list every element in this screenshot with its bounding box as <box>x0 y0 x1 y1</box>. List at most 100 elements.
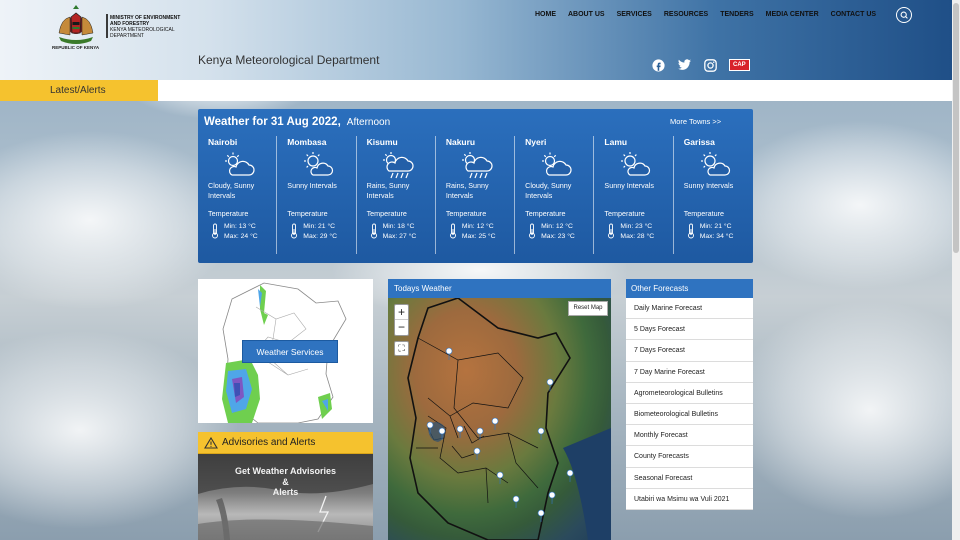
min-max-temperature: Min: 13 °C Max: 24 °C <box>224 222 258 242</box>
min-temp: Min: 12 °C <box>541 223 573 230</box>
weather-condition: Rains, Sunny Intervals <box>366 181 410 200</box>
cap-label: CAP <box>733 62 746 68</box>
zoom-out-button[interactable]: − <box>395 320 408 335</box>
cap-alert-badge[interactable]: CAP <box>729 59 750 71</box>
zoom-control: + − <box>394 304 409 336</box>
scrollbar-thumb[interactable] <box>953 3 959 253</box>
advisories-banner[interactable]: Get Weather Advisories & Alerts <box>198 454 373 540</box>
thermometer-icon <box>608 223 615 239</box>
forecast-link-monthly[interactable]: Monthly Forecast <box>626 425 753 447</box>
site-header: REPUBLIC OF KENYA MINISTRY OF ENVIRONMEN… <box>0 0 952 80</box>
logo-caption: REPUBLIC OF KENYA <box>52 45 100 50</box>
town-list: Nairobi Cloudy, Sunny Intervals Temperat… <box>198 136 753 254</box>
town-name: Nairobi <box>208 137 238 147</box>
advisories-header[interactable]: Advisories and Alerts <box>198 432 373 454</box>
todays-weather-map-panel: Todays Weather + − ⛶ Reset Map <box>388 279 611 540</box>
min-max-temperature: Min: 23 °C Max: 28 °C <box>620 222 654 242</box>
nav-resources[interactable]: RESOURCES <box>664 11 708 18</box>
weather-condition: Sunny Intervals <box>604 181 654 190</box>
town-card-nairobi[interactable]: Nairobi Cloudy, Sunny Intervals Temperat… <box>198 136 278 254</box>
max-temp: Max: 24 °C <box>224 233 258 240</box>
kenya-map-image <box>407 298 611 540</box>
weather-map[interactable]: + − ⛶ Reset Map <box>388 298 611 540</box>
town-card-nyeri[interactable]: Nyeri Cloudy, Sunny Intervals Temperatur… <box>515 136 595 254</box>
town-card-lamu[interactable]: Lamu Sunny Intervals Temperature Min: 23… <box>594 136 674 254</box>
town-name: Lamu <box>604 137 628 147</box>
nav-media-center[interactable]: MEDIA CENTER <box>766 11 819 18</box>
forecast-link-county[interactable]: County Forecasts <box>626 446 753 468</box>
forecast-link-7-days[interactable]: 7 Days Forecast <box>626 340 753 362</box>
thermometer-icon <box>687 223 694 239</box>
weather-condition: Sunny Intervals <box>287 181 337 190</box>
warning-triangle-icon <box>204 436 218 449</box>
rain-sun-icon <box>461 152 493 179</box>
max-temp: Max: 29 °C <box>303 233 337 240</box>
max-temp: Max: 34 °C <box>699 233 734 240</box>
min-max-temperature: Min: 21 °C Max: 34 °C <box>700 222 734 242</box>
search-button[interactable] <box>896 7 912 23</box>
thermometer-icon <box>529 223 536 239</box>
latest-alerts-tab[interactable]: Latest/Alerts <box>0 80 158 101</box>
zoom-in-button[interactable]: + <box>395 305 408 320</box>
cloudy-sunny-icon <box>542 152 572 176</box>
nav-home[interactable]: HOME <box>535 11 556 18</box>
nav-contact-us[interactable]: CONTACT US <box>831 11 876 18</box>
facebook-icon[interactable] <box>651 58 665 72</box>
min-temp: Min: 12 °C <box>461 223 494 230</box>
max-temp: Max: 25 °C <box>461 233 496 240</box>
town-card-mombasa[interactable]: Mombasa Sunny Intervals Temperature Min:… <box>277 136 357 254</box>
ministry-divider <box>106 14 108 38</box>
time-of-day: Afternoon <box>346 117 391 128</box>
main-nav: HOME ABOUT US SERVICES RESOURCES TENDERS… <box>535 11 888 18</box>
nav-tenders[interactable]: TENDERS <box>720 11 753 18</box>
thermometer-icon <box>449 223 456 239</box>
weather-date-title: Weather for 31 Aug 2022, <box>204 116 341 128</box>
min-temp: Min: 18 °C <box>382 223 415 230</box>
max-temp: Max: 28 °C <box>620 233 655 240</box>
weather-condition: Sunny Intervals <box>683 181 734 190</box>
town-name: Kisumu <box>366 137 398 147</box>
forecast-link-5-days[interactable]: 5 Days Forecast <box>626 319 753 341</box>
town-name: Nakuru <box>445 137 476 147</box>
more-towns-link[interactable]: More Towns >> <box>670 117 721 126</box>
page-scrollbar[interactable] <box>952 0 960 540</box>
map-title: Todays Weather <box>388 279 611 298</box>
forecast-link-seasonal[interactable]: Seasonal Forecast <box>626 467 753 489</box>
sunny-intervals-icon <box>304 152 334 176</box>
nav-services[interactable]: SERVICES <box>617 11 652 18</box>
other-forecasts-panel: Other Forecasts Daily Marine Forecast 5 … <box>626 279 753 519</box>
town-card-nakuru[interactable]: Nakuru Rains, Sunny Intervals Temperatur… <box>436 136 516 254</box>
temperature-label: Temperature <box>287 209 328 218</box>
forecast-link-biomet-bulletins[interactable]: Biometeorological Bulletins <box>626 403 753 426</box>
weather-heading: Weather for 31 Aug 2022, Afternoon <box>204 116 390 128</box>
forecast-link-agromet-bulletins[interactable]: Agrometeorological Bulletins <box>626 382 753 404</box>
town-card-garissa[interactable]: Garissa Sunny Intervals Temperature Min:… <box>674 136 753 254</box>
temperature-label: Temperature <box>525 209 566 218</box>
weather-condition: Cloudy, Sunny Intervals <box>525 181 572 200</box>
search-icon <box>900 11 908 19</box>
forecast-link-utabiri-vuli[interactable]: Utabiri wa Msimu wa Vuli 2021 <box>626 488 753 510</box>
weather-services-button[interactable]: Weather Services <box>242 340 338 363</box>
min-max-temperature: Min: 12 °C Max: 23 °C <box>541 222 575 242</box>
forecast-link-daily-marine[interactable]: Daily Marine Forecast <box>626 298 753 320</box>
town-card-kisumu[interactable]: Kisumu Rains, Sunny Intervals Temperatur… <box>357 136 436 254</box>
temperature-label: Temperature <box>366 209 407 218</box>
nav-about-us[interactable]: ABOUT US <box>568 11 605 18</box>
ministry-text: MINISTRY OF ENVIRONMENT AND FORESTRY KEN… <box>110 15 181 39</box>
temperature-label: Temperature <box>445 209 487 218</box>
max-temp: Max: 23 °C <box>541 233 575 240</box>
reset-map-button[interactable]: Reset Map <box>568 301 608 316</box>
weather-services-panel: Weather Services <box>198 279 373 423</box>
twitter-icon[interactable] <box>677 58 691 72</box>
site-title: Kenya Meteorological Department <box>198 53 380 67</box>
sunny-intervals-icon <box>700 152 730 176</box>
min-max-temperature: Min: 21 °C Max: 29 °C <box>303 222 337 242</box>
temperature-label: Temperature <box>683 209 725 218</box>
rain-sun-icon <box>382 152 414 179</box>
fullscreen-icon: ⛶ <box>398 343 405 353</box>
other-forecasts-title: Other Forecasts <box>626 279 753 298</box>
advisories-alerts-panel: Advisories and Alerts Get Weather Adviso… <box>198 432 373 540</box>
fullscreen-button[interactable]: ⛶ <box>394 341 409 356</box>
forecast-link-7-day-marine[interactable]: 7 Day Marine Forecast <box>626 361 753 383</box>
instagram-icon[interactable] <box>703 58 717 72</box>
